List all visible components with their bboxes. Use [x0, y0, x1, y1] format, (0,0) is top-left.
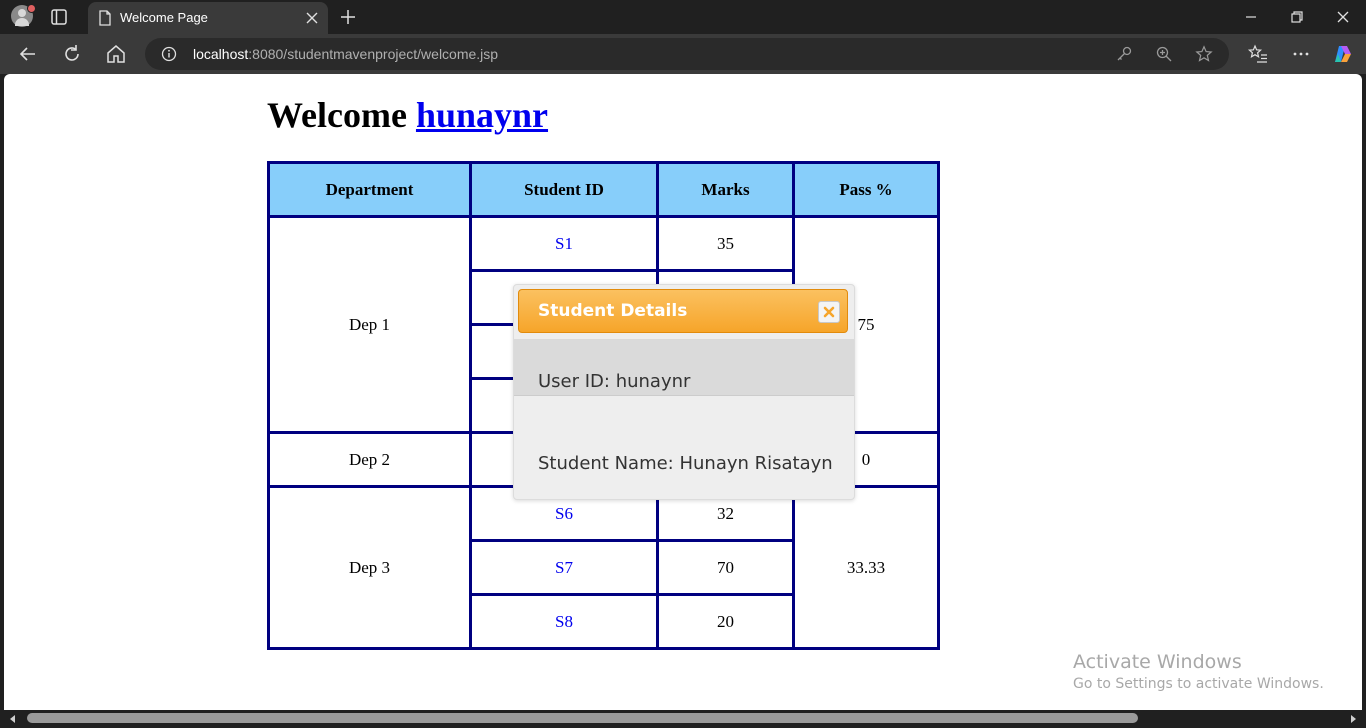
page-viewport: Welcome hunaynr Department Student ID Ma…	[4, 74, 1362, 710]
browser-toolbar: localhost:8080/studentmavenproject/welco…	[0, 34, 1366, 74]
welcome-text: Welcome	[267, 95, 407, 135]
department-cell: Dep 3	[267, 485, 472, 650]
profile-avatar-icon[interactable]	[11, 4, 36, 27]
department-cell: Dep 1	[267, 215, 472, 434]
marks-cell: 70	[656, 539, 795, 596]
scroll-left-icon[interactable]	[6, 712, 20, 726]
pass-percent-cell: 33.33	[792, 485, 940, 650]
zoom-icon[interactable]	[1155, 45, 1173, 63]
browser-title-bar: Welcome Page	[0, 0, 1366, 34]
more-options-icon[interactable]	[1290, 43, 1312, 65]
department-cell: Dep 2	[267, 431, 472, 488]
copilot-icon[interactable]	[1332, 43, 1354, 65]
close-icon	[823, 306, 835, 318]
student-id-link[interactable]: S7	[555, 558, 573, 577]
marks-cell: 35	[656, 215, 795, 272]
dialog-title: Student Details	[538, 301, 688, 321]
activate-windows-subtitle: Go to Settings to activate Windows.	[1073, 676, 1324, 692]
scrollbar-thumb[interactable]	[27, 713, 1138, 723]
col-header-marks: Marks	[656, 161, 795, 218]
marks-cell: 20	[656, 593, 795, 650]
minimize-icon[interactable]	[1241, 7, 1261, 27]
home-icon[interactable]	[104, 42, 128, 66]
close-window-icon[interactable]	[1333, 7, 1353, 27]
dialog-close-button[interactable]	[818, 301, 840, 323]
restore-icon[interactable]	[1287, 7, 1307, 27]
student-id-link[interactable]: S8	[555, 612, 573, 631]
tab-welcome-page[interactable]: Welcome Page	[88, 2, 328, 34]
new-tab-icon[interactable]	[338, 7, 358, 27]
page-title: Welcome hunaynr	[267, 94, 548, 136]
dialog-header[interactable]: Student Details	[518, 289, 848, 333]
dialog-student-name: Student Name: Hunayn Risatayn	[538, 453, 833, 474]
col-header-department: Department	[267, 161, 472, 218]
url-host: localhost	[193, 46, 249, 62]
tab-actions-icon[interactable]	[50, 8, 68, 26]
student-details-dialog: Student Details User ID: hunaynr Student…	[513, 284, 855, 500]
favorite-star-icon[interactable]	[1195, 45, 1213, 63]
activate-windows-title: Activate Windows	[1073, 651, 1242, 673]
back-icon[interactable]	[16, 42, 40, 66]
student-id-link[interactable]: S1	[555, 234, 573, 253]
address-bar[interactable]: localhost:8080/studentmavenproject/welco…	[145, 38, 1229, 70]
site-info-icon[interactable]	[161, 46, 177, 62]
page-icon	[99, 10, 111, 26]
table-header-row: Department Student ID Marks Pass %	[267, 161, 940, 218]
student-id-cell: S1	[469, 215, 659, 272]
close-tab-icon[interactable]	[304, 10, 320, 26]
table-row: Dep 1 S1 35 75	[267, 215, 940, 434]
col-header-student-id: Student ID	[469, 161, 659, 218]
username-link[interactable]: hunaynr	[416, 95, 548, 135]
favorites-icon[interactable]	[1247, 43, 1269, 65]
dialog-user-id: User ID: hunaynr	[538, 371, 691, 392]
student-id-link[interactable]: S6	[555, 504, 573, 523]
url-text[interactable]: localhost:8080/studentmavenproject/welco…	[193, 46, 498, 62]
refresh-icon[interactable]	[60, 42, 84, 66]
student-id-cell: S7	[469, 539, 659, 596]
key-icon[interactable]	[1115, 45, 1133, 63]
student-id-cell: S8	[469, 593, 659, 650]
scroll-right-icon[interactable]	[1346, 712, 1360, 726]
horizontal-scrollbar[interactable]	[0, 710, 1366, 728]
url-path: :8080/studentmavenproject/welcome.jsp	[248, 46, 499, 62]
tab-title: Welcome Page	[120, 10, 208, 25]
col-header-pass: Pass %	[792, 161, 940, 218]
